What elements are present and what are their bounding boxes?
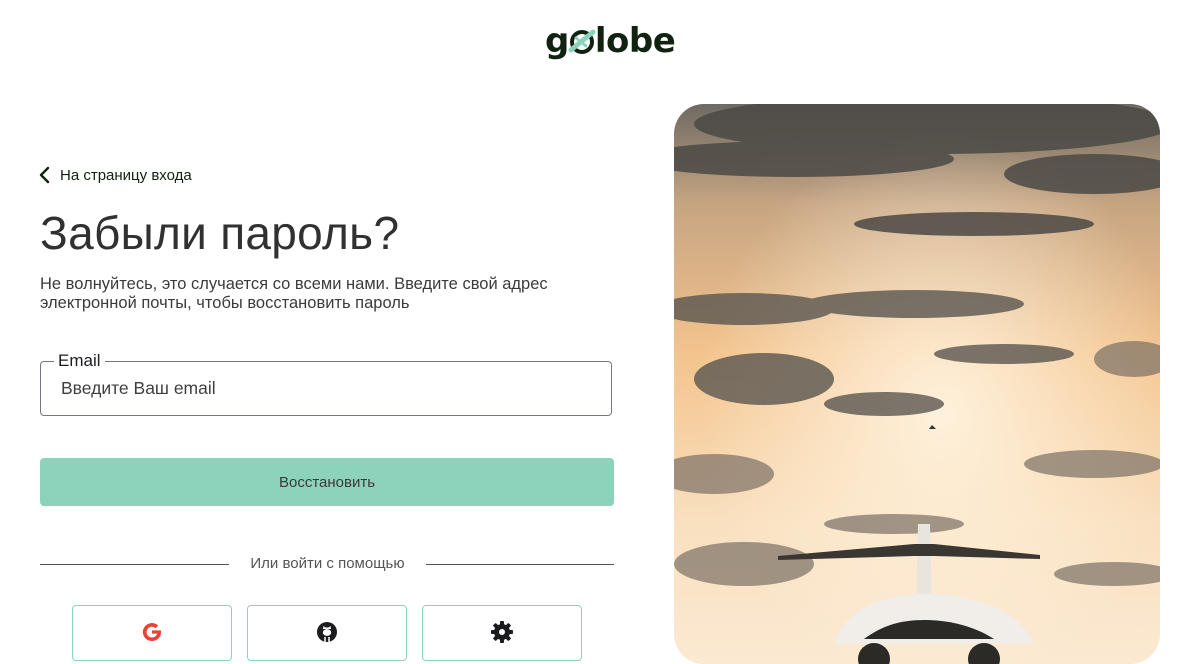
airplane-sunset-image: [674, 104, 1160, 664]
app-logo[interactable]: g lobe: [545, 20, 676, 62]
settings-login-button[interactable]: [422, 605, 582, 661]
page-subtitle: Не волнуйтесь, это случается со всеми на…: [40, 275, 548, 312]
github-icon: [317, 622, 337, 642]
divider-line-right: [426, 564, 614, 565]
logo-text-left: g: [545, 21, 569, 61]
restore-button[interactable]: Восстановить: [40, 458, 614, 506]
logo-text-right: lobe: [594, 21, 676, 61]
google-login-button[interactable]: [72, 605, 232, 661]
google-icon: [142, 623, 161, 642]
chevron-left-icon: [39, 166, 50, 184]
email-input[interactable]: [41, 362, 611, 415]
gear-icon: [491, 621, 513, 643]
hero-image: [674, 104, 1160, 664]
email-field: Email: [40, 351, 612, 416]
divider-text: Или войти с помощью: [250, 555, 405, 572]
plane-logo-icon: [568, 29, 596, 54]
page-title: Забыли пароль?: [40, 207, 400, 259]
back-link-label: На страницу входа: [60, 166, 192, 184]
back-to-login-link[interactable]: На страницу входа: [38, 166, 192, 184]
divider-line-left: [40, 564, 229, 565]
github-login-button[interactable]: [247, 605, 407, 661]
